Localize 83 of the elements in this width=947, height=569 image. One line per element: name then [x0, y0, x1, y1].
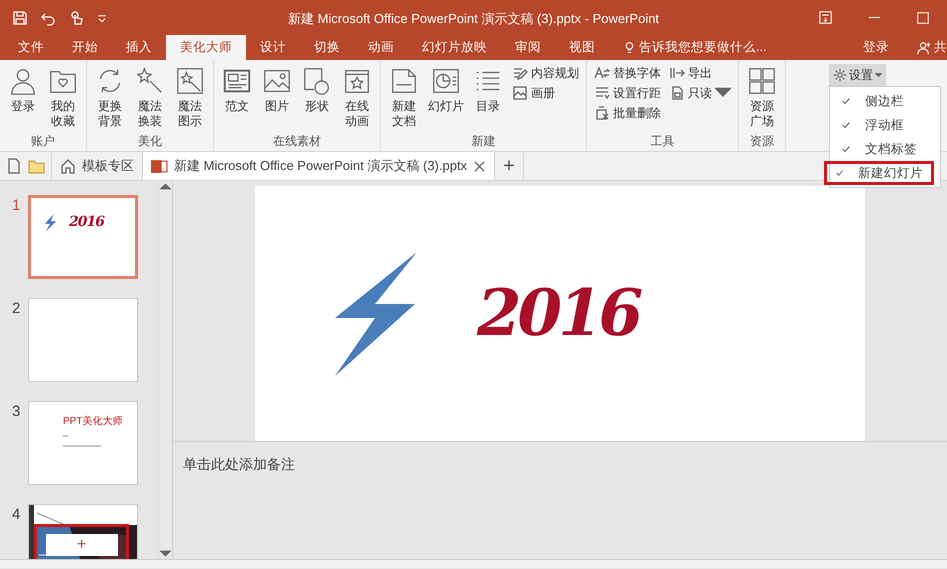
check-icon	[835, 168, 844, 178]
ribbon-tab[interactable]: 幻灯片放映	[408, 35, 501, 60]
check-icon	[841, 96, 851, 106]
art-text: 2016	[477, 274, 640, 352]
ribbon-button[interactable]: 在线动画	[338, 63, 376, 132]
menu-item[interactable]: 新建幻灯片	[824, 161, 934, 185]
slide-title: PPT美化大师	[63, 414, 122, 429]
ribbon-button[interactable]: 画册	[509, 83, 582, 103]
menu-item[interactable]: 文档标签	[830, 137, 940, 161]
lightning-icon	[335, 252, 417, 376]
tell-me-search[interactable]: 告诉我您想要做什么...	[609, 35, 780, 60]
slide-number: 3	[12, 402, 22, 422]
ribbon-button[interactable]: 登录	[4, 63, 42, 132]
settings-button[interactable]: 设置	[829, 64, 886, 86]
ribbon-tab[interactable]: 动画	[354, 35, 408, 60]
group-label: 资源	[749, 133, 775, 150]
ribbon-button[interactable]: 我的收藏	[44, 63, 82, 132]
ribbon-button[interactable]: 新建文档	[385, 63, 423, 132]
ribbon-button[interactable]: 内容规划	[509, 63, 582, 83]
ribbon-tab[interactable]: 文件	[4, 35, 58, 60]
ribbon-display-icon[interactable]	[819, 11, 832, 24]
album-icon	[512, 85, 528, 101]
ribbon-button[interactable]: 更换背景	[91, 63, 129, 132]
add-person-icon	[917, 40, 931, 54]
lightbulb-icon	[623, 41, 636, 54]
menu-item[interactable]: 侧边栏	[830, 89, 940, 113]
settings-icon	[833, 68, 847, 82]
export-icon	[669, 65, 685, 81]
ribbon-button[interactable]: 幻灯片	[425, 63, 467, 132]
ribbon-button[interactable]: 只读	[666, 83, 734, 103]
line-spacing-icon	[594, 85, 610, 101]
text-lines-icon	[63, 434, 103, 448]
slide-number: 4	[12, 505, 22, 525]
sign-in-link[interactable]: 登录	[849, 35, 903, 60]
group-label: 在线素材	[272, 133, 322, 150]
ribbon-tab[interactable]: 插入	[112, 35, 166, 60]
ribbon-button[interactable]: 替换字体	[591, 63, 664, 83]
ribbon-tab[interactable]: 视图	[555, 35, 609, 60]
caret-icon	[875, 72, 882, 78]
powerpoint-icon	[151, 158, 168, 174]
slide-number: 2	[12, 299, 22, 319]
group-label: 美化	[137, 133, 163, 150]
art-text: 2016	[69, 213, 104, 232]
ribbon-button[interactable]: 范文	[218, 63, 256, 132]
notes-placeholder[interactable]: 单击此处添加备注	[183, 456, 295, 472]
ribbon-button[interactable]: 批量删除	[591, 103, 664, 123]
close-icon[interactable]	[473, 160, 486, 172]
ribbon-button[interactable]: 形状	[298, 63, 336, 132]
ribbon-button[interactable]: 资源广场	[743, 63, 781, 132]
new-file-icon[interactable]	[6, 158, 22, 174]
grid-icon	[746, 65, 778, 97]
add-tab-button[interactable]: +	[495, 152, 524, 180]
ribbon-button[interactable]: 导出	[666, 63, 734, 83]
home-icon	[60, 158, 76, 174]
slide-thumbnail[interactable]: PPT美化大师	[28, 401, 138, 485]
slide-thumbnail[interactable]	[28, 298, 138, 382]
group-label: 工具	[650, 133, 676, 150]
group-label: 账户	[30, 133, 56, 150]
ribbon-tab[interactable]: 设计	[246, 35, 300, 60]
ribbon-button[interactable]: 魔法换装	[131, 63, 169, 132]
ribbon-button[interactable]: 魔法图示	[171, 63, 209, 132]
ribbon-button[interactable]: 目录	[469, 63, 507, 132]
ribbon-button[interactable]: 设置行距	[591, 83, 664, 103]
save-icon[interactable]	[12, 10, 28, 26]
wand-frame-icon	[174, 65, 206, 97]
ribbon-tab[interactable]: 美化大师	[166, 35, 246, 60]
check-icon	[841, 144, 851, 154]
window-title: 新建 Microsoft Office PowerPoint 演示文稿 (3).pptx - PowerPoint	[288, 10, 660, 28]
ribbon-tab[interactable]: 审阅	[501, 35, 555, 60]
maximize-icon[interactable]	[917, 12, 929, 24]
font-replace-icon	[594, 65, 610, 81]
ribbon-tab[interactable]: 开始	[58, 35, 112, 60]
slide-number: 1	[12, 196, 22, 216]
share-button[interactable]: 共	[903, 35, 947, 60]
group-label: 新建	[470, 133, 496, 150]
ribbon-tab[interactable]: 切换	[300, 35, 354, 60]
delete-icon	[594, 105, 610, 121]
ribbon-button[interactable]: 图片	[258, 63, 296, 132]
document-tab[interactable]: 新建 Microsoft Office PowerPoint 演示文稿 (3).pptx	[143, 152, 496, 180]
menu-item[interactable]: 浮动框	[830, 113, 940, 137]
lightning-icon	[43, 214, 57, 232]
check-icon	[841, 120, 851, 130]
slide-thumbnail[interactable]: 2016	[28, 195, 138, 279]
